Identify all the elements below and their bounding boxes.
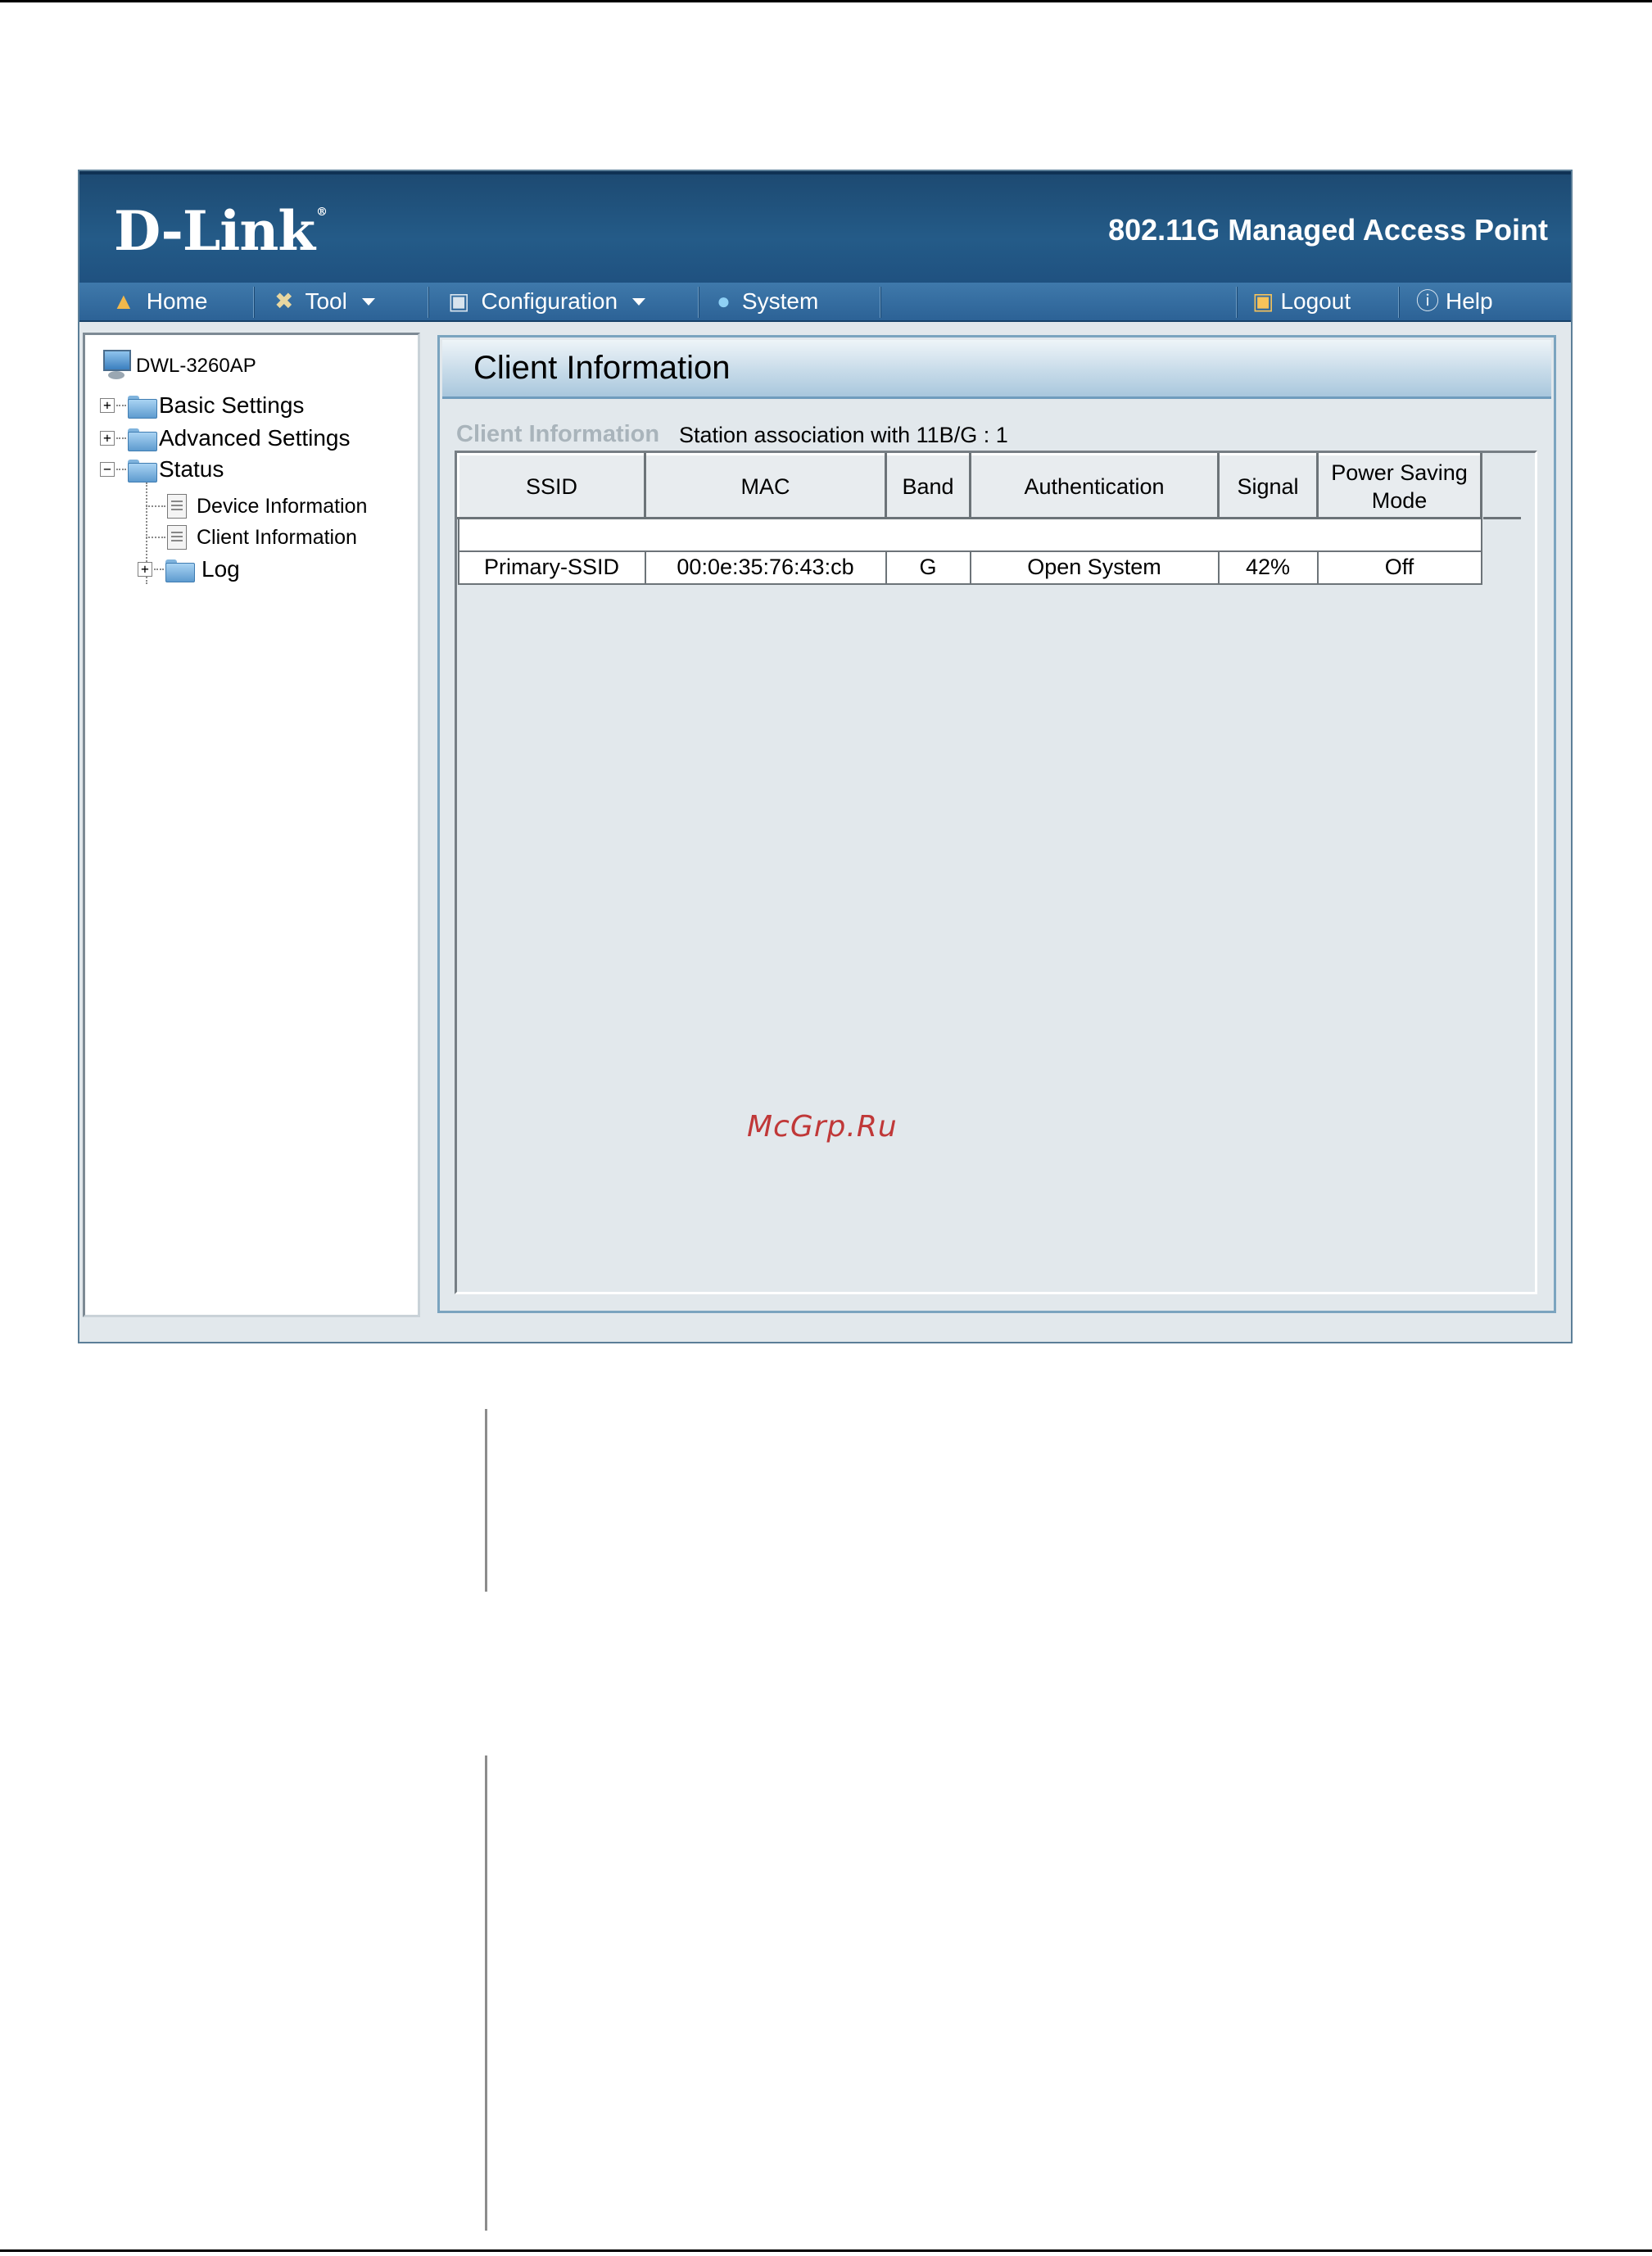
tree-connector <box>116 405 126 406</box>
tools-icon: ✖ <box>274 288 294 314</box>
cell-ssid: Primary-SSID <box>457 550 646 585</box>
table-header-edge <box>1483 517 1521 519</box>
document-icon <box>167 525 187 550</box>
document-icon <box>167 494 187 519</box>
margin-rule-lower <box>485 1755 487 2231</box>
menu-help[interactable]: ⓘ Help <box>1416 283 1493 320</box>
menu-home[interactable]: ▲ Home <box>112 283 207 320</box>
column-header-band: Band <box>885 453 971 519</box>
menu-configuration[interactable]: ▣ Configuration <box>448 283 646 320</box>
margin-rule-upper <box>485 1409 487 1592</box>
menu-separator <box>698 287 699 318</box>
tree-item-basic-settings[interactable]: + Basic Settings <box>100 392 304 419</box>
tree-item-label: Advanced Settings <box>159 425 351 451</box>
tree-item-label: Client Information <box>197 525 357 549</box>
content-title-bar: Client Information <box>442 340 1551 399</box>
table-header-row: SSID MAC Band Authentication Signal Powe… <box>457 453 1482 519</box>
tree-item-device-information[interactable]: Device Information <box>146 494 367 519</box>
dlink-logo: D-Link ® <box>114 199 328 263</box>
computer-icon <box>102 350 133 383</box>
page-top-rule <box>0 0 1652 2</box>
menu-separator <box>253 287 255 318</box>
menu-system-label: System <box>741 288 819 314</box>
navigation-tree: DWL-3260AP + Basic Settings + Advanced S… <box>83 333 420 1317</box>
menu-bar: ▲ Home ✖ Tool ▣ Configuration ● System ▣… <box>79 283 1571 322</box>
content-panel: Client Information Client Information St… <box>437 335 1556 1313</box>
tree-item-label: Status <box>159 456 224 482</box>
client-table-container: SSID MAC Band Authentication Signal Powe… <box>455 451 1537 1294</box>
tree-item-label: Basic Settings <box>159 392 305 418</box>
table-row: Primary-SSID 00:0e:35:76:43:cb G Open Sy… <box>457 550 1482 585</box>
page-title: Client Information <box>473 350 731 386</box>
tree-item-label: Log <box>201 556 240 582</box>
tree-item-status[interactable]: − Status <box>100 456 224 482</box>
expand-icon[interactable]: + <box>100 398 115 413</box>
table-spacer <box>457 517 1482 552</box>
watermark-text: McGrp.Ru <box>747 1110 898 1144</box>
menu-home-label: Home <box>146 288 208 314</box>
tree-root-label: DWL-3260AP <box>136 355 256 377</box>
menu-separator <box>428 287 429 318</box>
cell-signal: 42% <box>1217 550 1319 585</box>
menu-logout[interactable]: ▣ Logout <box>1252 283 1351 320</box>
cell-power-saving-mode: Off <box>1316 550 1482 585</box>
cell-mac: 00:0e:35:76:43:cb <box>644 550 887 585</box>
collapse-icon[interactable]: − <box>100 462 115 477</box>
column-header-power-saving-mode: Power Saving Mode <box>1316 453 1482 519</box>
tree-item-advanced-settings[interactable]: + Advanced Settings <box>100 425 351 451</box>
cell-authentication: Open System <box>969 550 1220 585</box>
logo-registered-mark: ® <box>316 206 328 219</box>
page-bottom-rule <box>0 2249 1652 2252</box>
tree-connector <box>116 437 126 439</box>
column-header-mac: MAC <box>644 453 887 519</box>
tree-connector <box>154 569 164 570</box>
folder-icon <box>128 394 157 419</box>
table-spacer-cell <box>457 517 1482 552</box>
product-title: 802.11G Managed Access Point <box>1108 213 1548 247</box>
section-label: Client Information <box>456 421 660 447</box>
tree-item-log[interactable]: + Log <box>138 556 240 582</box>
tree-item-label: Device Information <box>197 494 368 518</box>
association-count-text: Station association with 11B/G : 1 <box>679 423 1008 447</box>
menu-tool[interactable]: ✖ Tool <box>274 283 375 320</box>
expand-icon[interactable]: + <box>100 431 115 446</box>
chevron-down-icon <box>361 297 375 306</box>
key-icon: ▣ <box>1252 288 1274 314</box>
menu-help-label: Help <box>1446 288 1493 314</box>
menu-separator <box>1398 287 1400 318</box>
column-header-ssid: SSID <box>457 453 646 519</box>
client-table: SSID MAC Band Authentication Signal Powe… <box>457 453 1482 585</box>
tree-connector <box>146 537 165 538</box>
menu-logout-label: Logout <box>1280 288 1351 314</box>
menu-system[interactable]: ● System <box>717 283 818 320</box>
tree-connector <box>146 505 165 507</box>
help-icon: ⓘ <box>1416 288 1440 314</box>
folder-icon <box>165 558 195 582</box>
menu-separator <box>1236 287 1238 318</box>
expand-icon[interactable]: + <box>138 562 152 577</box>
tree-root-device[interactable]: DWL-3260AP <box>102 350 256 383</box>
column-header-authentication: Authentication <box>969 453 1220 519</box>
tree-connector <box>116 469 126 470</box>
home-icon: ▲ <box>112 288 135 314</box>
cell-band: G <box>885 550 971 585</box>
open-folder-icon <box>128 458 157 482</box>
logo-text: D-Link <box>114 199 315 263</box>
header-banner: D-Link ® 802.11G Managed Access Point <box>79 171 1571 283</box>
menu-configuration-label: Configuration <box>481 288 618 314</box>
column-header-signal: Signal <box>1217 453 1319 519</box>
access-point-window: D-Link ® 802.11G Managed Access Point ▲ H… <box>78 170 1573 1343</box>
menu-separator <box>880 287 881 318</box>
menu-tool-label: Tool <box>305 288 347 314</box>
floppy-disk-icon: ▣ <box>448 288 470 314</box>
chevron-down-icon <box>632 297 646 306</box>
tree-item-client-information[interactable]: Client Information <box>146 525 357 550</box>
globe-icon: ● <box>717 288 731 314</box>
folder-icon <box>128 427 157 451</box>
